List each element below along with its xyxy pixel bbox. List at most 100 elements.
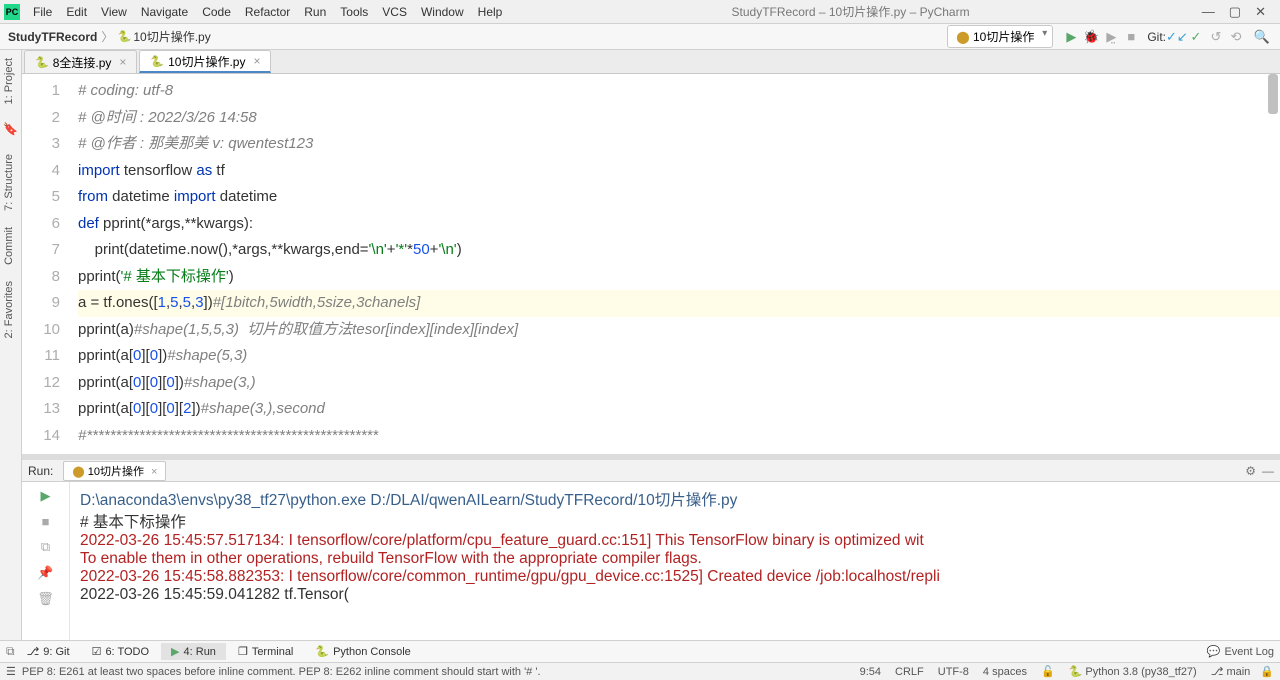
terminal-icon: ❐ xyxy=(238,645,248,658)
file-encoding[interactable]: UTF-8 xyxy=(938,666,969,678)
tab-label: 8全连接.py xyxy=(53,54,112,71)
menu-run[interactable]: Run xyxy=(298,3,332,21)
tool-structure[interactable]: 7: Structure xyxy=(0,146,18,219)
tool-commit[interactable]: Commit xyxy=(0,219,18,273)
git-revert-icon[interactable]: ⟲ xyxy=(1226,29,1246,45)
menu-tools[interactable]: Tools xyxy=(334,3,374,21)
code-editor[interactable]: 1234567891011121314 # coding: utf-8 # @时… xyxy=(22,74,1280,454)
hide-icon[interactable]: — xyxy=(1262,464,1274,478)
run-toolwindow-header: Run: ⬤ 10切片操作 × ⚙ — xyxy=(22,460,1280,482)
menu-code[interactable]: Code xyxy=(196,3,237,21)
hide-all-icon[interactable]: ⧉ xyxy=(6,644,15,659)
run-label: Run: xyxy=(28,464,53,478)
maximize-icon[interactable]: ▢ xyxy=(1229,4,1241,20)
code-line: # coding: utf-8 xyxy=(78,82,173,99)
git-icon: ⎇ xyxy=(27,645,40,658)
menu-navigate[interactable]: Navigate xyxy=(135,3,194,21)
tab-10切片操作[interactable]: 🐍 10切片操作.py × xyxy=(139,50,271,73)
breadcrumb-project[interactable]: StudyTFRecord xyxy=(8,30,97,44)
stop-button[interactable]: ■ xyxy=(1121,29,1141,44)
run-config-name: 10切片操作 xyxy=(973,30,1034,44)
code-area[interactable]: # coding: utf-8 # @时间 : 2022/3/26 14:58 … xyxy=(78,74,1280,454)
tab-todo[interactable]: ☑6: TODO xyxy=(82,643,159,660)
stop-icon[interactable]: ■ xyxy=(42,514,50,529)
console-line: To enable them in other operations, rebu… xyxy=(80,550,1270,568)
editor-tabs: 🐍 8全连接.py × 🐍 10切片操作.py × xyxy=(0,50,1280,74)
menu-file[interactable]: File xyxy=(27,3,58,21)
python-file-icon: 🐍 xyxy=(35,56,49,69)
line-number-gutter: 1234567891011121314 xyxy=(22,74,78,454)
close-icon[interactable]: × xyxy=(151,466,157,478)
line-separator[interactable]: CRLF xyxy=(895,666,924,678)
menubar: PC File Edit View Navigate Code Refactor… xyxy=(0,0,1280,24)
run-config-chip-label: 10切片操作 xyxy=(88,466,144,478)
git-history-icon[interactable]: ↺ xyxy=(1206,29,1226,45)
speech-bubble-icon: 💬 xyxy=(1207,645,1221,658)
menu-window[interactable]: Window xyxy=(415,3,470,21)
run-config-chip[interactable]: ⬤ 10切片操作 × xyxy=(63,461,166,481)
tab-close-icon[interactable]: × xyxy=(119,55,126,69)
tab-label: 10切片操作.py xyxy=(168,53,245,70)
left-tool-strip: 1: Project 🔖 7: Structure Commit 2: Favo… xyxy=(0,50,22,640)
status-pep8: PEP 8: E261 at least two spaces before i… xyxy=(22,666,541,678)
coverage-button[interactable]: ▶̤ xyxy=(1101,29,1121,45)
event-log-button[interactable]: 💬Event Log xyxy=(1207,645,1274,658)
python-icon: 🐍 xyxy=(315,645,329,658)
breadcrumb-file[interactable]: 10切片操作.py xyxy=(133,28,210,45)
run-toolwindow: ▶ ■ ⧉ 📌 🗑 D:\anaconda3\envs\py38_tf27\py… xyxy=(22,482,1280,640)
search-everywhere-icon[interactable]: 🔍 xyxy=(1252,29,1272,45)
indent-setting[interactable]: 4 spaces xyxy=(983,666,1027,678)
tab-run[interactable]: ▶4: Run xyxy=(161,643,226,660)
git-update-icon[interactable]: ✓↙ xyxy=(1166,29,1186,45)
pin-icon[interactable]: 📌 xyxy=(37,565,53,581)
tab-close-icon[interactable]: × xyxy=(253,54,260,68)
bookmark-icon[interactable]: 🔖 xyxy=(0,122,21,136)
status-tools-icon[interactable]: ☰ xyxy=(6,665,16,678)
menu-help[interactable]: Help xyxy=(472,3,509,21)
menu-vcs[interactable]: VCS xyxy=(376,3,413,21)
tab-8全连接[interactable]: 🐍 8全连接.py × xyxy=(24,50,137,73)
git-branch-indicator[interactable]: ⎇ main xyxy=(1211,665,1251,678)
git-commit-icon[interactable]: ✓ xyxy=(1186,29,1206,45)
menu-view[interactable]: View xyxy=(95,3,133,21)
tool-favorites[interactable]: 2: Favorites xyxy=(0,273,18,346)
console-line: # 基本下标操作 xyxy=(80,510,1270,532)
menu-edit[interactable]: Edit xyxy=(60,3,93,21)
close-icon[interactable]: ✕ xyxy=(1255,4,1266,20)
console-line: 2022-03-26 15:45:59.041282 tf.Tensor( xyxy=(80,586,1270,604)
rerun-icon[interactable]: ▶ xyxy=(41,488,51,504)
python-file-icon: 🐍 xyxy=(117,30,131,44)
editor-vscrollbar[interactable] xyxy=(1268,74,1278,454)
lock-icon[interactable]: 🔒 xyxy=(1260,665,1274,678)
nav-row: StudyTFRecord 〉 🐍 10切片操作.py ⬤ 10切片操作 ▶ 🐞… xyxy=(0,24,1280,50)
menu-refactor[interactable]: Refactor xyxy=(239,3,296,21)
git-label: Git: xyxy=(1147,30,1166,44)
code-line: # @时间 : 2022/3/26 14:58 xyxy=(78,109,257,126)
python-file-icon: ⬤ xyxy=(956,30,969,44)
layout-icon[interactable]: ⧉ xyxy=(41,539,50,555)
run-button[interactable]: ▶ xyxy=(1061,29,1081,45)
tab-git[interactable]: ⎇9: Git xyxy=(17,643,80,660)
console-line: 2022-03-26 15:45:57.517134: I tensorflow… xyxy=(80,532,1270,550)
run-icon: ▶ xyxy=(171,645,179,658)
gear-icon[interactable]: ⚙ xyxy=(1245,464,1256,478)
pycharm-icon: PC xyxy=(4,4,20,20)
todo-icon: ☑ xyxy=(92,645,102,658)
tab-terminal[interactable]: ❐Terminal xyxy=(228,643,303,660)
tab-python-console[interactable]: 🐍Python Console xyxy=(305,643,420,660)
python-file-icon: 🐍 xyxy=(150,55,164,68)
tool-project[interactable]: 1: Project xyxy=(0,50,18,112)
caret-position[interactable]: 9:54 xyxy=(860,666,881,678)
run-side-toolbar: ▶ ■ ⧉ 📌 🗑 xyxy=(22,482,70,640)
code-line: #***************************************… xyxy=(78,427,378,444)
status-bar: ☰ PEP 8: E261 at least two spaces before… xyxy=(0,662,1280,680)
trash-icon[interactable]: 🗑 xyxy=(37,591,54,607)
bottom-toolwindow-tabs: ⧉ ⎇9: Git ☑6: TODO ▶4: Run ❐Terminal 🐍Py… xyxy=(0,640,1280,662)
debug-button[interactable]: 🐞 xyxy=(1081,29,1101,45)
run-config-selector[interactable]: ⬤ 10切片操作 xyxy=(947,25,1053,48)
interpreter-indicator[interactable]: 🐍 Python 3.8 (py38_tf27) xyxy=(1069,665,1197,678)
minimize-icon[interactable]: — xyxy=(1202,4,1215,20)
code-line: # @作者 : 那美那美 v: qwentest123 xyxy=(78,135,313,152)
console-output[interactable]: D:\anaconda3\envs\py38_tf27\python.exe D… xyxy=(70,482,1280,640)
readonly-icon[interactable]: 🔓 xyxy=(1041,665,1055,678)
